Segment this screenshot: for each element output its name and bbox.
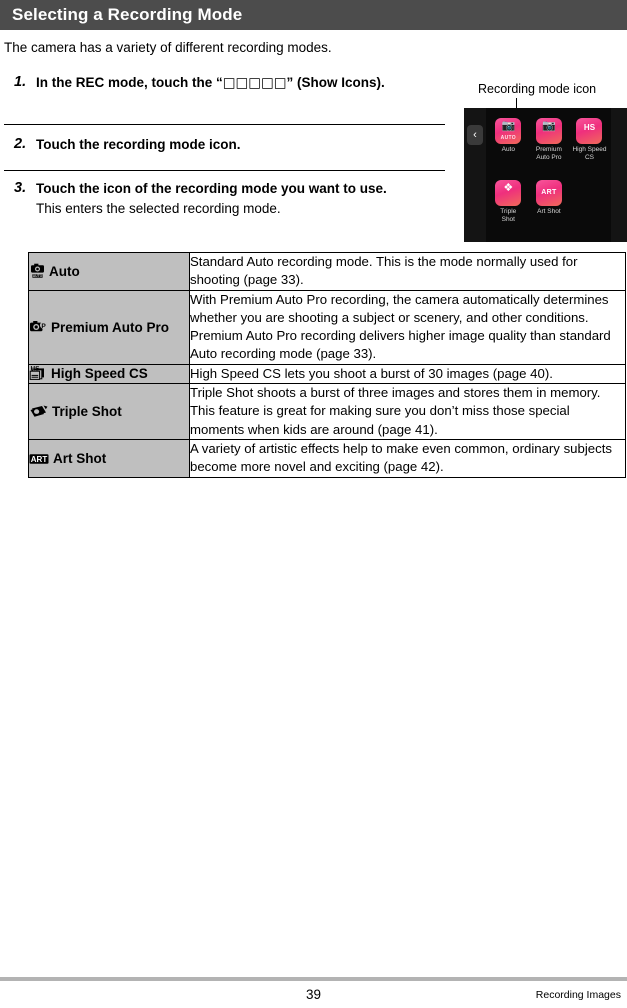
callout-label: Recording mode icon: [478, 82, 597, 96]
mode-name-cell: AUTO Auto: [28, 252, 190, 291]
camera-glyph: 📷: [542, 119, 556, 132]
art-shot-icon: ART: [29, 452, 50, 466]
mode-desc-cell: Standard Auto recording mode. This is th…: [189, 252, 626, 291]
mode-name-cell: HS High Speed CS: [28, 363, 190, 385]
high-speed-cs-icon: HS: [576, 118, 603, 144]
page-title: Selecting a Recording Mode: [12, 5, 243, 24]
table-row: AUTO Auto Standard Auto recording mode. …: [28, 252, 626, 291]
camera-tile-triple-shot[interactable]: ❖ Triple Shot: [488, 178, 529, 240]
mode-desc-cell: High Speed CS lets you shoot a burst of …: [189, 363, 626, 385]
camera-mode-row-2: ❖ Triple Shot ART Art Shot: [488, 178, 610, 240]
mode-desc-cell: A variety of artistic effects help to ma…: [189, 438, 626, 478]
camera-glyph: 📷: [501, 119, 516, 132]
triple-shot-icon: [29, 403, 49, 419]
mode-desc-cell: Triple Shot shoots a burst of three imag…: [189, 383, 626, 440]
camera-tile-high-speed-cs[interactable]: HS High Speed CS: [569, 116, 610, 178]
page-number: 39: [305, 987, 322, 1002]
high-speed-cs-icon: HS: [29, 365, 48, 381]
camera-tile-label: Auto: [501, 146, 515, 153]
svg-text:HS: HS: [31, 366, 41, 373]
camera-back-button[interactable]: ‹: [467, 125, 483, 145]
step-3-subtext: This enters the selected recording mode.: [36, 201, 281, 216]
camera-tile-empty: [569, 178, 610, 240]
mode-name-label: Premium Auto Pro: [51, 319, 170, 335]
hs-text: HS: [583, 123, 596, 132]
camera-right-rail: [611, 108, 627, 242]
step-1-title: In the REC mode, touch the “□□□□□” (Show…: [36, 74, 436, 92]
step-3-number: 3.: [14, 180, 27, 196]
step-1-text-before: In the REC mode, touch the “: [36, 75, 223, 90]
svg-text:AUTO: AUTO: [33, 274, 43, 278]
mode-name-label: Triple Shot: [52, 404, 122, 420]
intro-paragraph: The camera has a variety of different re…: [4, 40, 332, 55]
triple-shot-icon: ❖: [495, 180, 522, 206]
camera-mode-grid: 📷 AUTO Auto 📷 Premium Auto Pro HS High S…: [488, 116, 610, 240]
camera-mode-row-1: 📷 AUTO Auto 📷 Premium Auto Pro HS High S…: [488, 116, 610, 178]
step-2-number: 2.: [14, 136, 27, 152]
step-divider-2: [4, 170, 445, 171]
camera-tile-label: High Speed CS: [572, 146, 607, 161]
mode-name-label: Auto: [49, 264, 80, 280]
mode-desc-cell: With Premium Auto Pro recording, the cam…: [189, 289, 626, 365]
camera-tile-art-shot[interactable]: ART Art Shot: [529, 178, 570, 240]
step-1-text-after: ” (Show Icons).: [286, 75, 385, 90]
camera-tile-label: Triple Shot: [500, 208, 517, 223]
step-2-title: Touch the recording mode icon.: [36, 137, 241, 152]
camera-pro-icon: 📷: [535, 118, 562, 144]
camera-tile-auto[interactable]: 📷 AUTO Auto: [488, 116, 529, 178]
camera-screen-photo: ‹ 📷 AUTO Auto 📷 Premium Auto Pro HS High…: [464, 108, 627, 242]
table-row: P Premium Auto Pro With Premium Auto Pro…: [28, 289, 626, 365]
mode-name-cell: ART Art Shot: [28, 438, 190, 478]
mode-name-cell: Triple Shot: [28, 383, 190, 440]
art-text: ART: [541, 189, 557, 196]
step-3-title: Touch the icon of the recording mode you…: [36, 181, 387, 196]
camera-pro-icon: P: [29, 319, 48, 335]
triple-shot-glyph: ❖: [503, 181, 514, 194]
camera-auto-sub: AUTO: [500, 135, 516, 141]
footer-section-label: Recording Images: [535, 989, 621, 1001]
table-row: Triple Shot Triple Shot shoots a burst o…: [28, 383, 626, 440]
footer-divider: [0, 977, 627, 981]
recording-modes-table: AUTO Auto Standard Auto recording mode. …: [28, 252, 626, 478]
show-icons-glyphs: □□□□□: [222, 75, 287, 91]
camera-tile-label: Premium Auto Pro: [535, 146, 562, 161]
mode-name-label: High Speed CS: [51, 366, 148, 382]
svg-text:P: P: [41, 323, 46, 330]
table-row: HS High Speed CS High Speed CS lets you …: [28, 363, 626, 385]
page-header-bar: Selecting a Recording Mode: [0, 0, 627, 30]
step-1-number: 1.: [14, 74, 27, 90]
mode-name-cell: P Premium Auto Pro: [28, 289, 190, 365]
camera-auto-icon: AUTO: [29, 262, 46, 279]
mode-name-label: Art Shot: [53, 450, 107, 466]
art-shot-icon: ART: [535, 180, 562, 206]
svg-text:ART: ART: [31, 455, 48, 464]
table-row: ART Art Shot A variety of artistic effec…: [28, 438, 626, 478]
camera-tile-premium-auto-pro[interactable]: 📷 Premium Auto Pro: [529, 116, 570, 178]
camera-tile-label: Art Shot: [537, 208, 561, 215]
step-divider-1: [4, 124, 445, 125]
camera-auto-icon: 📷 AUTO: [495, 118, 522, 144]
